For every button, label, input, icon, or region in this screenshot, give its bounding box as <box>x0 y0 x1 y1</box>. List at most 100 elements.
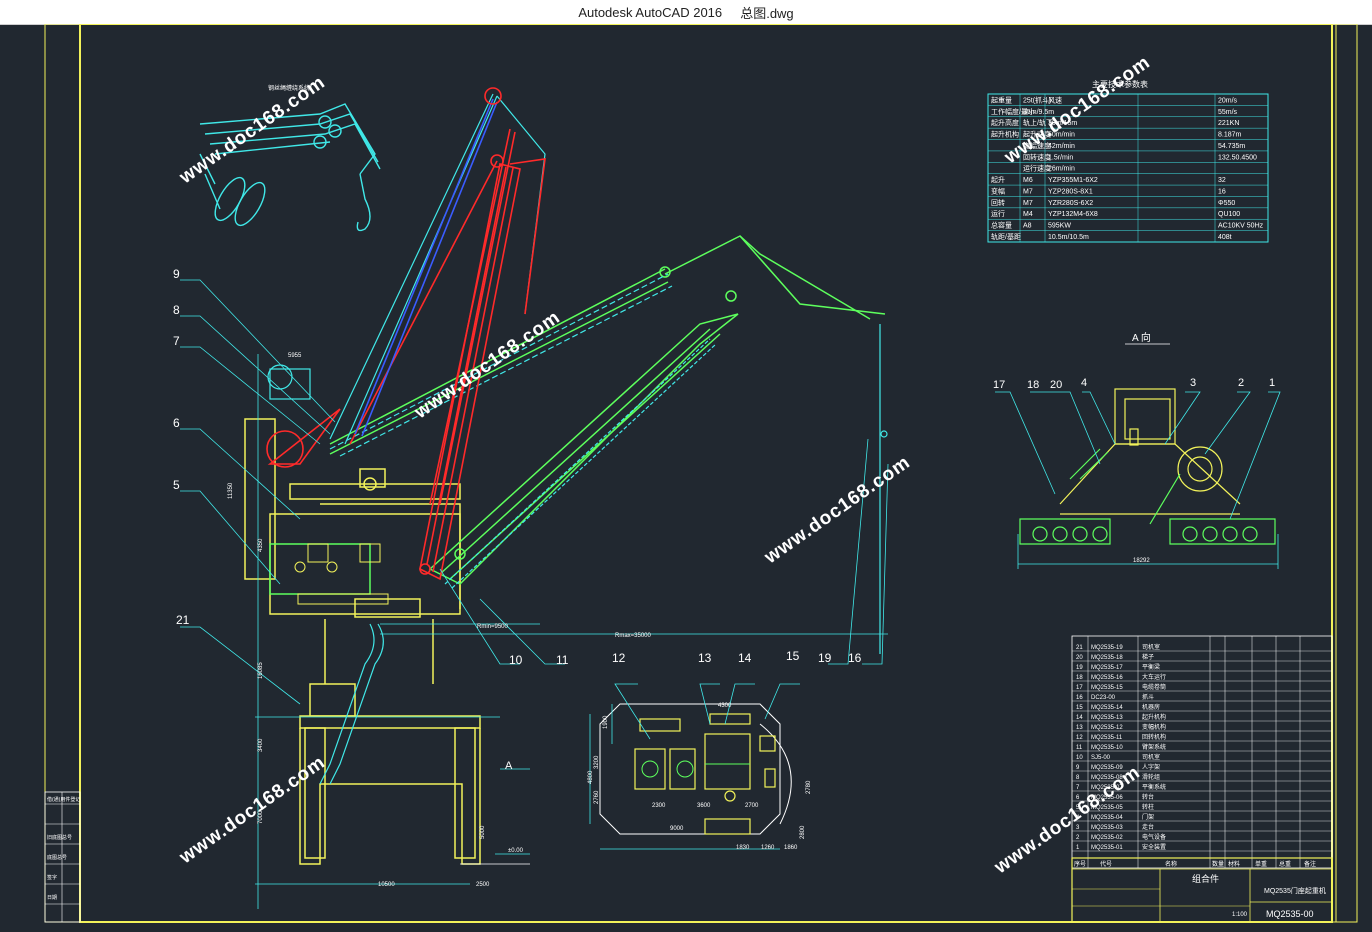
svg-text:Rmin=9500: Rmin=9500 <box>477 624 509 630</box>
svg-text:1860: 1860 <box>784 845 798 851</box>
svg-text:4800: 4800 <box>588 770 594 784</box>
spec-cell: 8.187m <box>1218 132 1242 139</box>
view-a-callout: 17 <box>993 379 1005 391</box>
parts-cell: 10 <box>1076 755 1083 761</box>
left-strip: 借(通)用件登记 旧底图总号 底图总号 签字 日期 <box>44 791 81 923</box>
callout: 13 <box>698 651 712 665</box>
view-a-callout: 18 <box>1027 379 1039 391</box>
parts-cell: MQ2535-10 <box>1091 745 1123 751</box>
parts-cell: 16 <box>1076 695 1083 701</box>
parts-cell: MQ2535-15 <box>1091 685 1123 691</box>
spec-cell: 起升高度 <box>991 118 1019 127</box>
parts-cell: 变幅机构 <box>1142 723 1166 731</box>
drawing-canvas[interactable]: 借(通)用件登记 旧底图总号 底图总号 签字 日期 钢丝绳缠绕系统 9 8 7 … <box>0 23 1372 927</box>
parts-header-cell: 单重 <box>1255 860 1267 868</box>
window-title-bar: Autodesk AutoCAD 2016 总图.dwg <box>0 0 1372 25</box>
svg-text:2800: 2800 <box>800 825 806 839</box>
callout: 6 <box>173 416 180 430</box>
spec-cell: 总容量 <box>991 221 1012 230</box>
parts-cell: 12 <box>1076 735 1083 741</box>
parts-cell: 13 <box>1076 725 1083 731</box>
svg-text:2300: 2300 <box>652 803 666 809</box>
parts-cell: MQ2535-18 <box>1091 655 1123 661</box>
callout: 16 <box>848 651 862 665</box>
parts-cell: 1 <box>1076 845 1080 851</box>
spec-cell: AC10KV 50Hz <box>1218 223 1264 230</box>
parts-cell: MQ2535-11 <box>1091 735 1123 741</box>
file-name: 总图.dwg <box>740 5 794 21</box>
plan-view: 4300 9000 1830 1260 1860 2780 3600 2700 … <box>588 683 812 851</box>
parts-header-cell: 数量 <box>1212 860 1224 868</box>
view-a-callout: 20 <box>1050 379 1062 391</box>
view-a-callout: 3 <box>1190 377 1196 389</box>
parts-cell: 回转机构 <box>1142 733 1166 741</box>
spec-cell: 42m/min <box>1048 143 1075 150</box>
dimension-texts: Rmin=9500 Rmax=35000 5955 11350 4350 160… <box>228 353 652 888</box>
watermark: www.doc168.com <box>760 452 914 569</box>
parts-cell: 梯子 <box>1142 653 1154 661</box>
callout: 9 <box>173 267 180 281</box>
parts-list: 21 MQ2535-19 司机室20 MQ2535-18 梯子19 MQ2535-17 平衡… <box>1071 635 1333 869</box>
spec-cell: Φ550 <box>1218 200 1235 207</box>
parts-cell: 安全装置 <box>1142 843 1166 851</box>
drawing-scale: 1:100 <box>1232 912 1248 918</box>
parts-cell: 18 <box>1076 675 1083 681</box>
parts-header-cell: 总重 <box>1279 860 1291 868</box>
callout: 14 <box>738 651 752 665</box>
spec-cell: 起升机构 <box>991 130 1019 139</box>
callout: 8 <box>173 303 180 317</box>
callout: 11 <box>556 653 569 667</box>
svg-text:5000: 5000 <box>480 825 486 839</box>
parts-cell: MQ2535-03 <box>1091 825 1123 831</box>
parts-cell: MQ2535-02 <box>1091 835 1123 841</box>
parts-cell: MQ2535-12 <box>1091 725 1123 731</box>
spec-cell: M4 <box>1023 211 1033 218</box>
parts-cell: MQ2535-09 <box>1091 765 1123 771</box>
drawing-title: MQ2535门座起重机 <box>1264 886 1326 895</box>
spec-cell: 408t <box>1218 234 1232 241</box>
svg-text:9000: 9000 <box>670 826 684 832</box>
spec-cell: 32 <box>1218 177 1226 184</box>
svg-text:1830: 1830 <box>736 845 750 851</box>
callout: 15 <box>786 649 800 663</box>
svg-text:3200: 3200 <box>594 755 600 769</box>
parts-cell: 滑轮组 <box>1142 773 1160 781</box>
view-a: A 向 17 18 20 4 3 2 1 18292 <box>993 331 1281 569</box>
parts-cell: 人字架 <box>1142 763 1160 771</box>
parts-header-cell: 名称 <box>1165 860 1177 868</box>
spec-table: 主要技术参数表 起重量 25t(抓斗)风速 20m/s工作幅度/最小35m/9.5m… <box>987 79 1269 243</box>
spec-cell: A8 <box>1023 223 1032 230</box>
strip-label: 日期 <box>47 895 57 901</box>
spec-cell: 132.50.4500 <box>1218 154 1257 161</box>
parts-cell: 大车运行 <box>1142 673 1166 681</box>
spec-cell: 16 <box>1218 188 1226 195</box>
callout: 12 <box>612 651 626 665</box>
parts-cell: 臂架系统 <box>1142 743 1166 751</box>
watermark: www.doc168.com <box>175 752 329 869</box>
svg-text:±0.00: ±0.00 <box>508 848 524 854</box>
callout: 10 <box>509 653 523 667</box>
callout: 5 <box>173 478 180 492</box>
drawing-number: MQ2535-00 <box>1266 909 1314 919</box>
parts-cell: 7 <box>1076 785 1080 791</box>
spec-cell: M7 <box>1023 188 1033 195</box>
parts-cell: 电缆卷筒 <box>1142 683 1166 691</box>
spec-cell: YZP132M4-6X8 <box>1048 211 1098 218</box>
spec-cell: 595KW <box>1048 223 1071 230</box>
svg-text:3400: 3400 <box>258 738 264 752</box>
svg-text:1900: 1900 <box>603 715 609 729</box>
parts-header-cell: 代号 <box>1100 860 1112 868</box>
cad-drawing[interactable]: 借(通)用件登记 旧底图总号 底图总号 签字 日期 钢丝绳缠绕系统 9 8 7 … <box>0 23 1372 927</box>
parts-cell: MQ2535-13 <box>1091 715 1123 721</box>
view-a-callout: 1 <box>1269 377 1275 389</box>
callout: 21 <box>176 613 190 627</box>
parts-cell: 21 <box>1076 645 1083 651</box>
svg-text:3600: 3600 <box>697 803 711 809</box>
parts-header-cell: 备注 <box>1304 860 1316 868</box>
parts-cell: 平衡梁 <box>1142 663 1160 671</box>
parts-cell: MQ2535-17 <box>1091 665 1123 671</box>
spec-cell: YZP280S-8X1 <box>1048 188 1093 195</box>
svg-text:2780: 2780 <box>806 780 812 794</box>
spec-cell: 1.5r/min <box>1048 154 1073 161</box>
spec-cell: 10.5m/10.5m <box>1048 234 1089 241</box>
